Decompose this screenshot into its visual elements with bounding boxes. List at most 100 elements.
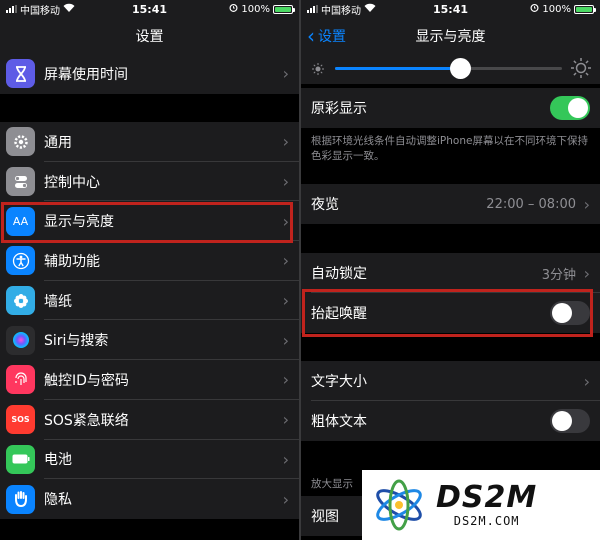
chevron-right-icon: ›	[282, 172, 289, 192]
settings-item-siri-search[interactable]: Siri与搜索 ›	[0, 320, 299, 361]
signal-icon	[6, 5, 17, 13]
chevron-right-icon: ›	[282, 449, 289, 469]
sun-small-icon	[311, 61, 325, 80]
chevron-right-icon: ›	[282, 251, 289, 271]
status-bar: 中国移动 15:41 100%	[0, 0, 299, 18]
accessibility-icon	[6, 246, 35, 276]
true-tone-footnote: 根据环境光线条件自动调整iPhone屏幕以在不同环境下保持色彩显示一致。	[311, 135, 588, 162]
settings-item-label: 控制中心	[44, 174, 100, 191]
back-label: 设置	[318, 29, 346, 45]
battery-percent: 100%	[542, 3, 571, 15]
chevron-right-icon: ›	[282, 489, 289, 509]
settings-item-privacy[interactable]: 隐私 ›	[0, 479, 299, 519]
battery-percent: 100%	[241, 3, 270, 15]
fingerprint-icon	[6, 365, 35, 395]
view-label: 视图	[311, 509, 339, 525]
flower-icon	[6, 286, 35, 316]
settings-item-wallpaper[interactable]: 墙纸 ›	[0, 281, 299, 321]
night-shift-value: 22:00 – 08:00	[486, 196, 576, 212]
true-tone-toggle[interactable]	[550, 96, 590, 120]
chevron-right-icon: ›	[282, 330, 289, 350]
chevron-right-icon: ›	[583, 371, 590, 391]
auto-lock-label: 自动锁定	[311, 266, 367, 282]
settings-item-label: Siri与搜索	[44, 333, 109, 350]
bold-text-toggle[interactable]	[550, 409, 590, 433]
status-bar: 中国移动 15:41 100%	[301, 0, 600, 18]
settings-item-label: 隐私	[44, 492, 72, 509]
settings-item-screen-time[interactable]: 屏幕使用时间 ›	[0, 54, 299, 94]
bold-text-label: 粗体文本	[311, 414, 367, 430]
settings-item-label: 辅助功能	[44, 253, 100, 270]
zoom-caption: 放大显示	[311, 478, 353, 490]
highlight-box	[302, 289, 593, 337]
auto-lock-row[interactable]: 自动锁定 3分钟 ›	[301, 253, 600, 293]
chevron-right-icon: ›	[282, 132, 289, 152]
night-shift-label: 夜览	[311, 197, 339, 213]
settings-item-accessibility[interactable]: 辅助功能 ›	[0, 241, 299, 281]
settings-group-screen-time: 屏幕使用时间 ›	[0, 54, 299, 94]
settings-item-label: 屏幕使用时间	[44, 66, 128, 83]
signal-icon	[307, 5, 318, 13]
wifi-icon	[63, 3, 75, 15]
true-tone-row: 原彩显示	[301, 88, 600, 128]
settings-item-label: 触控ID与密码	[44, 372, 129, 389]
toggles-icon	[6, 167, 35, 197]
toggle-knob	[552, 411, 572, 431]
auto-lock-value: 3分钟	[541, 267, 576, 283]
settings-item-label: 电池	[44, 452, 72, 469]
settings-item-emergency-sos[interactable]: SOS SOS紧急联络 ›	[0, 400, 299, 440]
chevron-right-icon: ›	[583, 263, 590, 283]
brightness-knob[interactable]	[449, 58, 471, 79]
hand-icon	[6, 484, 35, 514]
brightness-slider-row	[301, 54, 600, 84]
siri-icon	[6, 325, 35, 355]
nav-bar: ‹ 设置 显示与亮度	[301, 18, 600, 54]
page-title: 设置	[135, 29, 164, 45]
hourglass-icon	[6, 59, 35, 89]
watermark: DS2M DS2M.COM	[362, 470, 600, 540]
watermark-title: DS2M	[436, 480, 538, 515]
true-tone-label: 原彩显示	[311, 101, 367, 117]
settings-item-general[interactable]: 通用 ›	[0, 122, 299, 162]
battery-icon	[574, 4, 596, 14]
sos-icon: SOS	[6, 405, 35, 435]
chevron-right-icon: ›	[282, 64, 289, 84]
toggle-knob	[568, 98, 588, 118]
settings-panel: 中国移动 15:41 100% 设置 屏幕使用时间 › 通用 › 控制中心 › …	[0, 0, 299, 540]
watermark-domain: DS2M.COM	[453, 514, 520, 528]
carrier-label: 中国移动	[321, 5, 361, 17]
text-group: 文字大小 › 粗体文本	[301, 361, 600, 441]
wifi-icon	[364, 3, 376, 15]
chevron-left-icon: ‹	[307, 24, 315, 48]
sun-large-icon	[570, 57, 592, 83]
chevron-right-icon: ›	[282, 410, 289, 430]
chevron-right-icon: ›	[282, 370, 289, 390]
night-shift-row[interactable]: 夜览 22:00 – 08:00 ›	[301, 184, 600, 224]
settings-item-control-center[interactable]: 控制中心 ›	[0, 162, 299, 202]
text-size-row[interactable]: 文字大小 ›	[301, 361, 600, 401]
display-brightness-panel: 中国移动 15:41 100% ‹ 设置 显示与亮度 原彩显示 根据环境光线条件…	[301, 0, 600, 540]
page-title: 显示与亮度	[415, 29, 486, 45]
battery-icon	[273, 4, 295, 14]
text-size-label: 文字大小	[311, 374, 367, 390]
nav-bar: 设置	[0, 18, 299, 54]
true-tone-group: 原彩显示	[301, 88, 600, 128]
back-button[interactable]: ‹ 设置	[307, 18, 346, 54]
battery-icon	[6, 444, 35, 474]
settings-item-battery[interactable]: 电池 ›	[0, 440, 299, 480]
brightness-fill	[335, 67, 460, 70]
alarm-icon	[530, 3, 539, 15]
alarm-icon	[229, 3, 238, 15]
chevron-right-icon: ›	[583, 194, 590, 214]
settings-item-label: 墙纸	[44, 293, 72, 310]
highlight-box	[1, 202, 293, 243]
gear-icon	[6, 127, 35, 157]
brightness-slider[interactable]	[335, 58, 562, 79]
carrier-label: 中国移动	[20, 5, 60, 17]
settings-item-label: 通用	[44, 134, 72, 151]
settings-item-touch-id[interactable]: 触控ID与密码 ›	[0, 360, 299, 400]
atom-logo-icon	[370, 476, 428, 534]
bold-text-row: 粗体文本	[301, 401, 600, 441]
chevron-right-icon: ›	[282, 291, 289, 311]
night-shift-group: 夜览 22:00 – 08:00 ›	[301, 184, 600, 224]
